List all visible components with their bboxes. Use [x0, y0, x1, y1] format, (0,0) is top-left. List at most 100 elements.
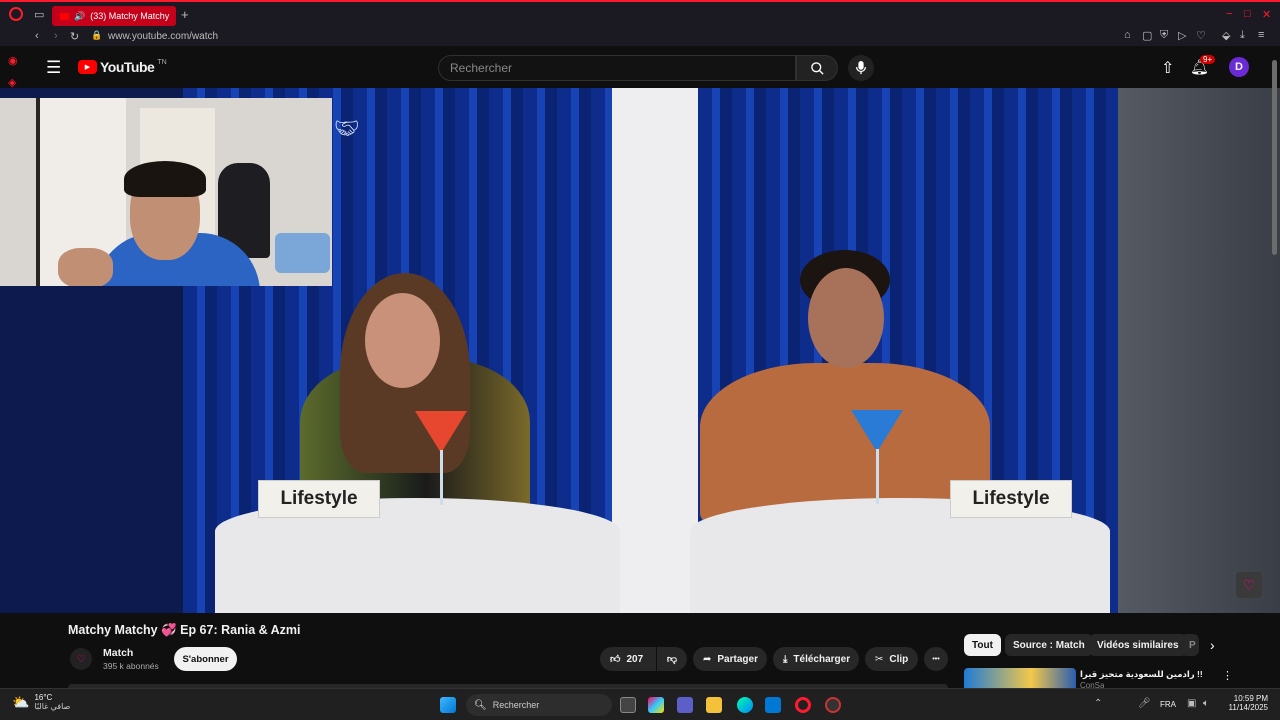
reload-icon[interactable]: ↻	[70, 30, 79, 43]
webcam-basket	[275, 233, 330, 273]
hamburger-menu-icon[interactable]: ☰	[46, 58, 61, 78]
share-label: Partager	[717, 653, 758, 665]
download-button[interactable]: ⤓ Télécharger	[773, 647, 859, 671]
address-bar: ‹ › ↻ 🔒 www.youtube.com/watch ⌂ ▢ ⛨ ▷ ♡ …	[0, 28, 1280, 46]
youtube-region: TN	[157, 58, 167, 66]
shield-icon[interactable]: ⛨	[1160, 29, 1168, 42]
weather-desc: صافي غالبًا	[34, 702, 71, 711]
clip-label: Clip	[889, 653, 909, 665]
like-count: 207	[626, 653, 644, 665]
woman-head	[365, 293, 440, 388]
windows-start-icon[interactable]	[440, 697, 456, 713]
scissors-icon: ✂	[875, 653, 884, 665]
channel-avatar[interactable]: ♡	[70, 648, 92, 670]
chip-all[interactable]: Tout	[964, 634, 1001, 656]
back-icon[interactable]: ‹	[35, 30, 39, 42]
file-explorer-icon[interactable]	[706, 697, 722, 713]
volume-icon[interactable]: 🔈︎	[1203, 698, 1209, 709]
taskbar-search-label: Rechercher	[492, 700, 540, 710]
lifestyle-sign-left: Lifestyle	[258, 480, 380, 518]
bookmark-icon[interactable]: ⌂	[1124, 29, 1131, 41]
tab-title: (33) Matchy Matchy	[90, 11, 170, 21]
input-language[interactable]: FRA	[1160, 700, 1176, 709]
like-button[interactable]: 👍︎ 207	[600, 647, 656, 671]
chip-source-match[interactable]: Source : Match	[1005, 634, 1093, 656]
edge-icon[interactable]	[737, 697, 753, 713]
browser-tab-active[interactable]: 🔊 (33) Matchy Matchy	[52, 6, 176, 26]
chevron-right-icon[interactable]: ›	[1210, 637, 1215, 653]
page-scrollbar[interactable]	[1272, 60, 1277, 255]
right-wall	[1118, 88, 1280, 613]
notifications-button[interactable]: 🔔︎ 9+	[1190, 55, 1216, 78]
window-close-icon[interactable]: ✕	[1262, 8, 1271, 21]
chip-partial[interactable]: P	[1181, 634, 1199, 656]
wallet-icon[interactable]: ⬙	[1222, 29, 1230, 42]
opera-gx-icon[interactable]	[825, 697, 841, 713]
task-view-icon[interactable]	[620, 697, 636, 713]
windows-taskbar: ⛅ 16°C صافي غالبًا 🔍︎ Rechercher ⌃ 🎤︎ FR…	[0, 688, 1280, 720]
window-minimize-icon[interactable]: −	[1226, 8, 1232, 20]
man-head	[808, 268, 884, 368]
tray-mic-icon[interactable]: 🎤︎	[1138, 698, 1151, 709]
weather-icon: ⛅	[12, 693, 30, 710]
download-icon: ⤓	[783, 653, 788, 665]
subscribe-button[interactable]: S'abonner	[174, 647, 237, 671]
window-maximize-icon[interactable]: □	[1244, 8, 1251, 20]
recommendation-title[interactable]: !! رادمين للسعودية متحيز قيرا	[1080, 669, 1210, 680]
weather-widget[interactable]: ⛅ 16°C صافي غالبًا	[12, 693, 70, 711]
channel-name[interactable]: Match	[103, 647, 133, 659]
clock[interactable]: 10:59 PM 11/14/2025	[1222, 694, 1268, 712]
teams-icon[interactable]	[677, 697, 693, 713]
upload-icon[interactable]: ⇧	[1161, 58, 1174, 78]
heart-icon[interactable]: ♡	[1196, 29, 1206, 42]
opera-logo-icon[interactable]	[9, 7, 23, 21]
share-button[interactable]: ➦ Partager	[693, 647, 767, 671]
youtube-logo-text: YouTube	[100, 59, 155, 75]
tray-chevron-icon[interactable]: ⌃	[1094, 698, 1102, 709]
snapshot-icon[interactable]: ▢	[1142, 29, 1152, 42]
opera-taskbar-icon[interactable]	[795, 697, 811, 713]
youtube-play-icon: ▶	[78, 60, 97, 74]
cocktail-glass-left	[415, 411, 467, 453]
speaker-icon[interactable]: 🔊	[74, 11, 85, 22]
recommendation-menu-icon[interactable]: ⋮	[1222, 669, 1233, 682]
recommendation-channel: ConSa	[1080, 681, 1105, 688]
url-text[interactable]: www.youtube.com/watch	[108, 31, 218, 42]
handshake-watermark-icon: 🤝︎	[334, 118, 360, 140]
chip-similar-videos[interactable]: Vidéos similaires	[1089, 634, 1187, 656]
player-icon[interactable]: ▷	[1178, 29, 1186, 42]
voice-search-button[interactable]	[848, 55, 874, 81]
tab-island-icon[interactable]: ▭	[34, 8, 44, 21]
youtube-favicon-icon	[60, 12, 69, 20]
search-button[interactable]	[796, 55, 838, 81]
youtube-header: ☰ ▶ YouTube TN Rechercher ⇧ 🔔︎ 9+ D	[30, 46, 1280, 88]
menu-icon[interactable]: ≡	[1258, 29, 1264, 41]
downloads-icon[interactable]: ⤓	[1240, 29, 1245, 42]
forward-icon[interactable]: ›	[54, 30, 58, 42]
glass-stem-left	[440, 450, 443, 505]
lifestyle-sign-right: Lifestyle	[950, 480, 1072, 518]
network-icon[interactable]: ▣	[1187, 698, 1196, 709]
clock-date: 11/14/2025	[1228, 703, 1268, 712]
weather-temp: 16°C	[34, 693, 53, 702]
taskbar-search[interactable]: 🔍︎ Rechercher	[466, 694, 612, 716]
recommendation-thumbnail[interactable]	[964, 668, 1076, 688]
clip-button[interactable]: ✂ Clip	[865, 647, 918, 671]
more-actions-button[interactable]: •••	[924, 647, 948, 671]
new-tab-button[interactable]: +	[181, 7, 189, 22]
cocktail-glass-right	[851, 410, 903, 452]
search-input[interactable]: Rechercher	[438, 55, 796, 81]
webcam-person-hair	[124, 161, 206, 197]
share-icon: ➦	[703, 653, 712, 665]
channel-watermark-icon[interactable]: ♡	[1236, 572, 1262, 598]
lock-icon: 🔒	[91, 30, 103, 40]
thumbs-down-icon: 👎︎	[666, 654, 678, 665]
subscriber-count: 395 k abonnés	[103, 661, 159, 671]
store-icon[interactable]	[765, 697, 781, 713]
youtube-logo[interactable]: ▶ YouTube TN	[78, 59, 167, 75]
sidebar-messenger-icon[interactable]: ◉	[8, 54, 18, 67]
copilot-icon[interactable]	[648, 697, 664, 713]
dislike-button[interactable]: 👎︎	[657, 647, 687, 671]
avatar[interactable]: D	[1229, 57, 1249, 77]
search-icon	[810, 61, 824, 75]
